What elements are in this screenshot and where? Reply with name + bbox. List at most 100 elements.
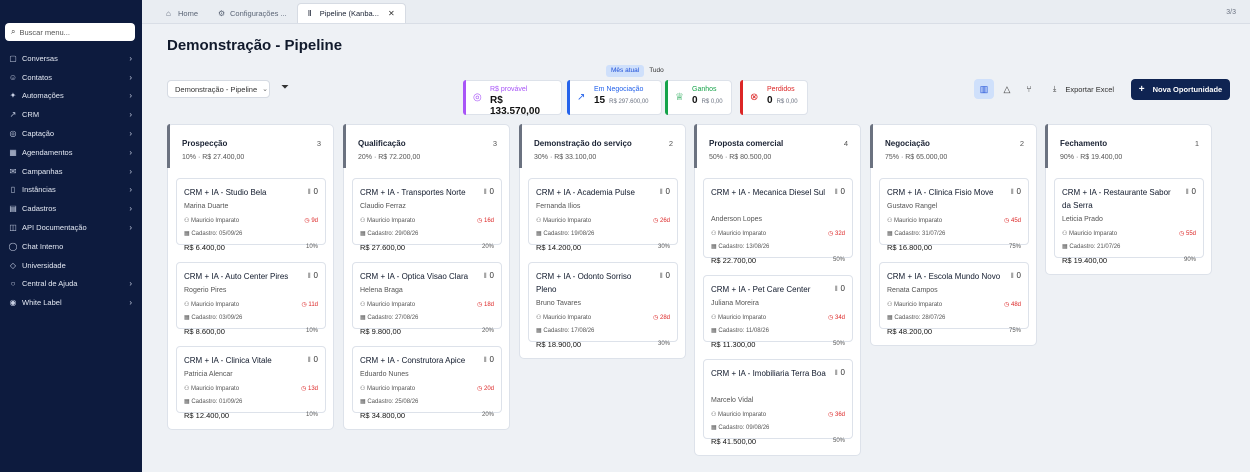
- card-owner: ⚇ Mauricio Imparato: [711, 411, 766, 418]
- sidebar-item-label: Cadastros: [22, 204, 57, 214]
- bars-icon: ⫴: [1010, 189, 1014, 196]
- card-value: R$ 34.800,00: [360, 411, 406, 420]
- kpi-label: Em Negociação: [594, 86, 644, 93]
- branch-view-button[interactable]: ⑂: [1019, 79, 1039, 99]
- opportunity-card[interactable]: CRM + IA - Imobiliaria Terra Boa ⫴ 0 Marcel…: [703, 359, 853, 446]
- card-created-value: Cadastro: 05/09/26: [191, 231, 243, 237]
- opportunity-card[interactable]: CRM + IA - Odonto Sorriso Pleno ⫴ 0 Bruno T…: [528, 262, 678, 349]
- chevron-right-icon: ›: [129, 279, 132, 289]
- column-title: Qualificação: [358, 139, 406, 148]
- card-age-value: 18d: [483, 302, 494, 308]
- kpi-card-1: ↗ Em Negociação 15 R$ 297.600,00: [567, 80, 662, 115]
- card-owner: ⚇ Mauricio Imparato: [711, 230, 766, 237]
- bars-icon: ⫴: [834, 286, 838, 293]
- card-owner-name: Mauricio Imparato: [191, 386, 240, 392]
- close-icon[interactable]: ✕: [388, 9, 395, 18]
- kpi-value-main: 15: [594, 95, 606, 106]
- card-created-value: Cadastro: 09/08/26: [718, 425, 770, 431]
- message-icon: ▢: [9, 53, 17, 63]
- sidebar-item-4[interactable]: ◎ Captação ›: [0, 124, 142, 143]
- sidebar-item-10[interactable]: ◯ Chat Interno: [0, 237, 142, 256]
- user-icon: ⚇: [536, 315, 544, 321]
- column-count: 3: [316, 139, 321, 148]
- funnel-view-button[interactable]: △: [997, 79, 1017, 99]
- pipeline-column-0: Prospecção 3 10% · R$ 27.400,00 CRM + IA - …: [167, 124, 334, 430]
- tab-label: Home: [178, 8, 199, 18]
- opportunity-card[interactable]: CRM + IA - Studio Bela ⫴ 0 Marina Duarte ⚇ M…: [176, 178, 326, 252]
- clock-icon: ◷: [1179, 231, 1186, 237]
- kanban-grid-icon: ▥: [979, 83, 989, 94]
- opportunity-card[interactable]: CRM + IA - Construtora Apice ⫴ 0 Eduardo Nu…: [352, 346, 502, 420]
- sidebar-item-12[interactable]: ○ Central de Ajuda ›: [0, 275, 142, 294]
- sidebar-item-label: Campanhas: [22, 166, 63, 176]
- opportunity-card[interactable]: CRM + IA - Optica Visao Clara ⫴ 0 Helena Br…: [352, 262, 502, 336]
- card-quantity: ⫴ 0: [660, 187, 670, 197]
- new-opportunity-button[interactable]: + Nova Oportunidade: [1131, 79, 1230, 100]
- card-quantity-value: 0: [840, 187, 845, 196]
- sidebar-item-8[interactable]: ▤ Cadastros ›: [0, 199, 142, 218]
- card-age-value: 55d: [1185, 231, 1196, 237]
- user-icon: ⚇: [711, 315, 719, 321]
- pipeline-select[interactable]: Demonstração - Pipeline ⌄: [167, 80, 270, 98]
- tab-0[interactable]: ⌂ Home: [156, 3, 208, 23]
- period-all[interactable]: Tudo: [644, 65, 669, 77]
- pipeline-select-value: Demonstração - Pipeline: [175, 84, 258, 94]
- card-owner-name: Mauricio Imparato: [543, 315, 592, 321]
- sidebar-item-11[interactable]: ◇ Universidade: [0, 256, 142, 275]
- card-created-value: Cadastro: 31/07/26: [894, 231, 946, 237]
- column-summary: 90% · R$ 19.400,00: [1060, 154, 1123, 161]
- home-icon: ⌂: [166, 8, 171, 18]
- sidebar-item-5[interactable]: ▦ Agendamentos ›: [0, 143, 142, 162]
- card-title: CRM + IA - Studio Bela: [184, 188, 267, 197]
- target-icon: ◎: [473, 92, 482, 103]
- card-created-value: Cadastro: 21/07/26: [1069, 244, 1121, 250]
- card-created: ▦ Cadastro: 19/08/26: [536, 230, 594, 237]
- opportunity-card[interactable]: CRM + IA - Transportes Norte ⫴ 0 Claudio Fe…: [352, 178, 502, 252]
- sidebar-item-13[interactable]: ◉ White Label ›: [0, 293, 142, 312]
- period-current-month[interactable]: Mês atual: [606, 65, 645, 77]
- opportunity-card[interactable]: CRM + IA - Restaurante Sabor da Serra ⫴ 0 L…: [1054, 178, 1204, 265]
- card-created-value: Cadastro: 11/08/26: [718, 328, 769, 334]
- card-created: ▦ Cadastro: 05/09/26: [184, 230, 242, 237]
- opportunity-card[interactable]: CRM + IA - Mecanica Diesel Sul ⫴ 0 Anderson…: [703, 178, 853, 265]
- card-created: ▦ Cadastro: 21/07/26: [1062, 243, 1120, 250]
- card-created-value: Cadastro: 03/09/26: [191, 315, 243, 321]
- column-count: 4: [843, 139, 848, 148]
- sidebar-item-1[interactable]: ☺ Contatos ›: [0, 68, 142, 87]
- opportunity-card[interactable]: CRM + IA - Auto Center Pires ⫴ 0 Rogerio Pi…: [176, 262, 326, 336]
- opportunity-card[interactable]: CRM + IA - Clinica Fisio Move ⫴ 0 Gustavo R…: [879, 178, 1029, 252]
- sidebar-item-7[interactable]: ▯ Instâncias ›: [0, 181, 142, 200]
- card-quantity-value: 0: [1191, 187, 1196, 196]
- menu-search-input[interactable]: [19, 27, 125, 37]
- sidebar-item-9[interactable]: ◫ API Documentação ›: [0, 218, 142, 237]
- card-quantity-value: 0: [489, 355, 494, 364]
- opportunity-card[interactable]: CRM + IA - Escola Mundo Novo ⫴ 0 Renata Cam…: [879, 262, 1029, 336]
- card-contact: Marina Duarte: [184, 203, 229, 210]
- opportunity-card[interactable]: CRM + IA - Clinica Vitale ⫴ 0 Patricia Alen…: [176, 346, 326, 420]
- card-created-value: Cadastro: 19/08/26: [543, 231, 595, 237]
- tab-2[interactable]: Ⅱ Pipeline (Kanba... ✕: [296, 3, 406, 23]
- menu-search[interactable]: ⌕: [5, 23, 135, 41]
- sidebar-item-6[interactable]: ✉ Campanhas ›: [0, 162, 142, 181]
- column-summary: 10% · R$ 27.400,00: [182, 154, 245, 161]
- card-created-value: Cadastro: 29/08/26: [367, 231, 419, 237]
- opportunity-card[interactable]: CRM + IA - Pet Care Center ⫴ 0 Juliana More…: [703, 275, 853, 349]
- tab-1[interactable]: ⚙ Configurações ...: [208, 3, 297, 23]
- card-title: CRM + IA - Mecanica Diesel Sul: [711, 188, 826, 197]
- column-title: Prospecção: [182, 139, 228, 148]
- card-age-value: 16d: [483, 218, 494, 224]
- kanban-view-button[interactable]: ▥: [974, 79, 994, 99]
- card-age: ◷ 26d: [653, 217, 670, 224]
- export-excel-button[interactable]: ⤓ Exportar Excel: [1045, 79, 1124, 99]
- card-contact: Claudio Ferraz: [360, 203, 406, 210]
- opportunity-card[interactable]: CRM + IA - Academia Pulse ⫴ 0 Fernanda Ilio…: [528, 178, 678, 252]
- sidebar-item-0[interactable]: ▢ Conversas ›: [0, 49, 142, 68]
- filter-icon[interactable]: ⏷: [281, 82, 289, 93]
- card-title: CRM + IA - Odonto Sorriso Pleno: [536, 272, 632, 294]
- user-icon: ⚇: [887, 302, 895, 308]
- sidebar-item-3[interactable]: ↗ CRM ›: [0, 105, 142, 124]
- period-toggle: Mês atual Tudo: [606, 65, 669, 77]
- chevron-right-icon: ›: [129, 53, 132, 63]
- column-title: Demonstração do serviço: [534, 139, 632, 148]
- sidebar-item-2[interactable]: ✦ Automações ›: [0, 87, 142, 106]
